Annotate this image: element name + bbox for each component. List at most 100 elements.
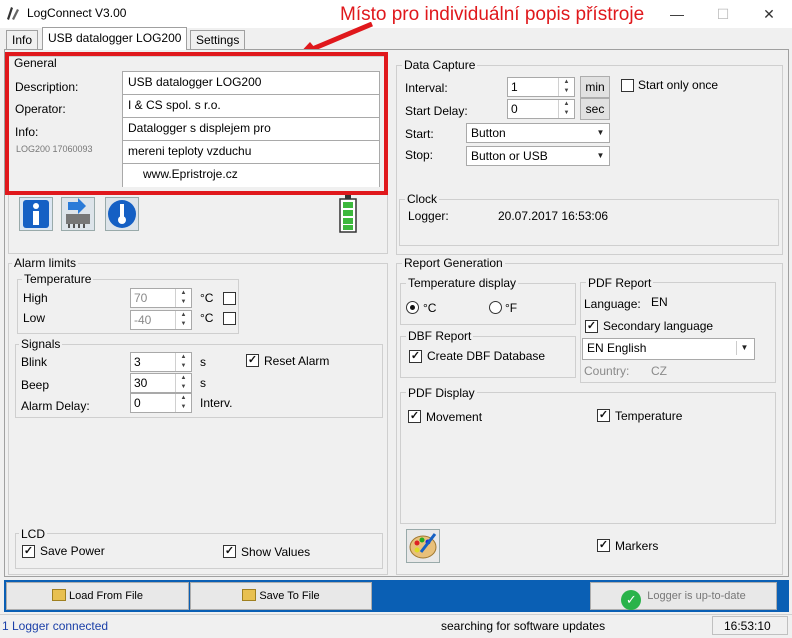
title-bar: LogConnect V3.00 Místo pro individuální …	[0, 0, 792, 28]
secondary-language-checkbox[interactable]: ✓	[585, 320, 598, 333]
blink-label: Blink	[21, 355, 48, 369]
logger-clock-value: 20.07.2017 16:53:06	[498, 209, 609, 223]
interval-label: Interval:	[405, 81, 448, 95]
chevron-down-icon: ▼	[736, 341, 752, 355]
reset-alarm-checkbox[interactable]: ✓	[246, 354, 259, 367]
alarm-limits-title: Alarm limits	[12, 256, 78, 270]
high-limit-checkbox[interactable]	[223, 292, 236, 305]
description-label: Description:	[15, 80, 79, 94]
info-line-2[interactable]: mereni teploty vzduchu	[123, 141, 379, 164]
battery-icon	[339, 195, 357, 233]
movement-checkbox[interactable]: ✓	[408, 410, 421, 423]
high-limit-stepper[interactable]: 70 ▲ ▼	[130, 288, 192, 308]
secondary-language-select[interactable]: EN English ▼	[582, 338, 755, 360]
reset-alarm-label: Reset Alarm	[264, 354, 330, 368]
show-values-label: Show Values	[241, 545, 311, 559]
palette-icon[interactable]	[406, 529, 440, 563]
fahrenheit-radio[interactable]	[489, 301, 502, 314]
low-limit-stepper[interactable]: -40 ▲ ▼	[130, 310, 192, 330]
folder-save-icon	[242, 589, 257, 601]
markers-checkbox[interactable]: ✓	[597, 539, 610, 552]
download-chip-icon[interactable]	[61, 197, 95, 231]
celsius-radio[interactable]	[406, 301, 419, 314]
update-status: searching for software updates	[441, 619, 606, 633]
operator-label: Operator:	[15, 102, 66, 116]
temperature-limits-group	[17, 279, 239, 334]
window-title: LogConnect V3.00	[27, 6, 127, 20]
chevron-down-icon: ▼	[596, 128, 605, 137]
clock-title: Clock	[405, 192, 440, 206]
general-fields: USB datalogger LOG200 I & CS spol. s r.o…	[122, 71, 380, 187]
low-unit: °C	[200, 311, 214, 325]
start-select[interactable]: Button ▼	[466, 123, 610, 143]
create-dbf-checkbox[interactable]: ✓	[409, 350, 422, 363]
alarm-delay-label: Alarm Delay:	[21, 399, 90, 413]
annotation-text: Místo pro individuální popis přístroje	[340, 4, 645, 25]
tab-info[interactable]: Info	[6, 30, 39, 49]
status-bar	[0, 614, 792, 638]
operator-field[interactable]: I & CS spol. s r.o.	[123, 95, 379, 118]
markers-label: Markers	[615, 539, 659, 553]
start-delay-unit-button[interactable]: sec	[580, 98, 610, 120]
interval-stepper[interactable]: 1 ▲ ▼	[507, 77, 575, 97]
fahrenheit-label: °F	[505, 301, 518, 315]
tab-settings[interactable]: Settings	[190, 30, 246, 49]
dbf-report-title: DBF Report	[406, 329, 474, 343]
chevron-down-icon: ▼	[596, 151, 605, 160]
language-value: EN	[651, 295, 668, 309]
stop-select[interactable]: Button or USB ▼	[466, 146, 610, 166]
low-limit-checkbox[interactable]	[223, 312, 236, 325]
report-generation-title: Report Generation	[402, 256, 505, 270]
start-only-once-label: Start only once	[638, 78, 719, 92]
lcd-title: LCD	[19, 527, 48, 541]
create-dbf-label: Create DBF Database	[427, 349, 546, 363]
save-power-checkbox[interactable]: ✓	[22, 545, 35, 558]
temperature-label: Temperature	[615, 409, 683, 423]
save-power-label: Save Power	[40, 544, 105, 558]
beep-stepper[interactable]: 30 ▲ ▼	[130, 373, 192, 393]
logger-status-button[interactable]: ✓ Logger is up-to-date	[590, 582, 777, 610]
description-field[interactable]: USB datalogger LOG200	[123, 72, 379, 95]
temperature-display-title: Temperature display	[406, 276, 519, 290]
info-line-3[interactable]: www.Epristroje.cz	[123, 164, 379, 187]
temperature-limits-title: Temperature	[22, 272, 94, 286]
high-label: High	[23, 291, 48, 305]
start-delay-stepper[interactable]: 0 ▲ ▼	[507, 99, 575, 119]
info-icon[interactable]	[19, 197, 53, 231]
close-button[interactable]: ✕	[746, 0, 792, 28]
info-line-1[interactable]: Datalogger s displejem pro	[123, 118, 379, 141]
start-delay-label: Start Delay:	[405, 104, 468, 118]
country-label: Country:	[584, 364, 630, 378]
logger-clock-label: Logger:	[408, 209, 449, 223]
blink-stepper[interactable]: 3 ▲ ▼	[130, 352, 192, 372]
interval-unit-button[interactable]: min	[580, 76, 610, 98]
check-circle-icon: ✓	[621, 590, 642, 610]
load-from-file-button[interactable]: Load From File	[6, 582, 189, 610]
beep-label: Beep	[21, 378, 50, 392]
info-label: Info:	[15, 125, 39, 139]
connection-status: 1 Logger connected	[2, 619, 109, 633]
status-time: 16:53:10	[724, 619, 771, 633]
start-only-once-checkbox[interactable]	[621, 79, 634, 92]
save-to-file-button[interactable]: Save To File	[190, 582, 372, 610]
high-unit: °C	[200, 291, 214, 305]
minimize-button[interactable]: —	[654, 0, 700, 28]
folder-open-icon	[52, 589, 66, 601]
start-label: Start:	[405, 127, 434, 141]
secondary-language-label: Secondary language	[603, 319, 714, 333]
serial-number: LOG200 17060093	[16, 144, 93, 154]
celsius-label: °C	[423, 301, 437, 315]
temperature-checkbox[interactable]: ✓	[597, 409, 610, 422]
blink-unit: s	[200, 355, 206, 369]
show-values-checkbox[interactable]: ✓	[223, 545, 236, 558]
tab-usb-datalogger[interactable]: USB datalogger LOG200	[42, 27, 188, 50]
pdf-display-title: PDF Display	[406, 386, 477, 400]
movement-label: Movement	[426, 410, 483, 424]
country-value: CZ	[651, 364, 667, 378]
pdf-report-title: PDF Report	[586, 276, 654, 290]
alarm-delay-stepper[interactable]: 0 ▲ ▼	[130, 393, 192, 413]
maximize-button[interactable]: ☐	[700, 0, 746, 28]
thermometer-icon[interactable]	[105, 197, 139, 231]
language-label: Language:	[584, 297, 641, 311]
beep-unit: s	[200, 376, 206, 390]
